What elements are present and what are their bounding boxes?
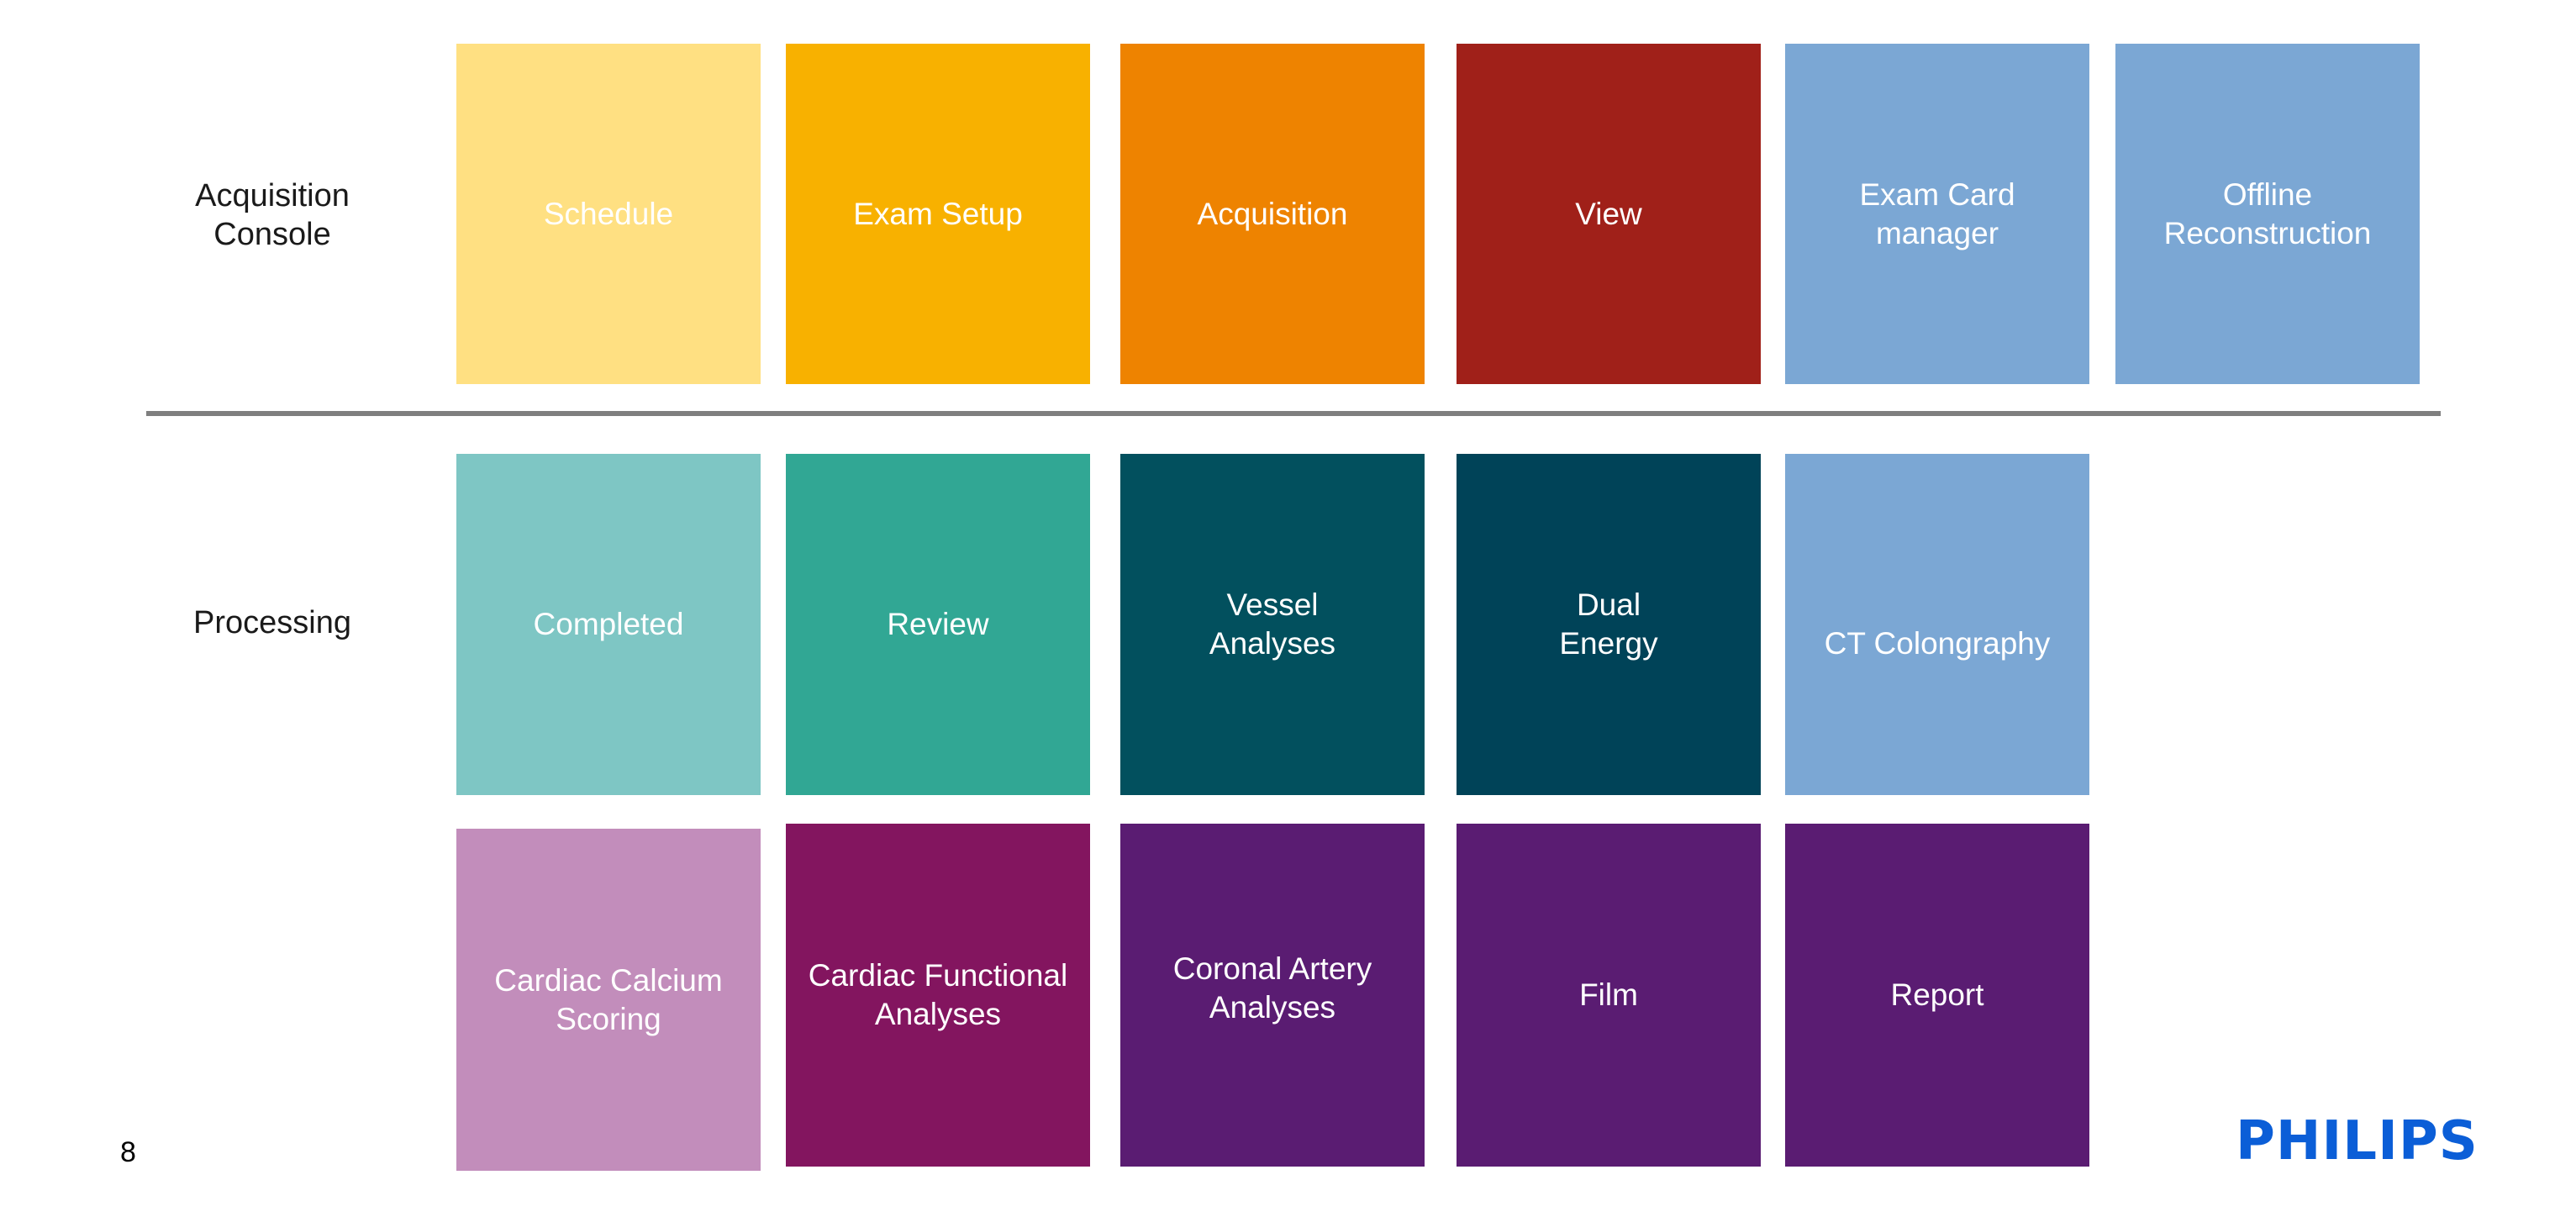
- tile-film[interactable]: Film: [1457, 824, 1761, 1167]
- tile-dual-energy[interactable]: Dual Energy: [1457, 454, 1761, 795]
- tile-exam-setup-label: Exam Setup: [853, 196, 1023, 231]
- tile-exam-setup[interactable]: Exam Setup: [786, 44, 1090, 384]
- tile-acquisition-label: Acquisition: [1197, 196, 1348, 231]
- tile-exam-card-manager-label: Exam Card manager: [1859, 176, 2015, 250]
- row-label-acquisition-console: Acquisition Console: [195, 178, 350, 252]
- tile-vessel-analyses-label: Vessel Analyses: [1209, 587, 1336, 661]
- tile-completed[interactable]: Completed: [456, 454, 761, 795]
- tile-cardiac-calcium-scoring-label: Cardiac Calcium Scoring: [494, 962, 723, 1036]
- tile-ct-colongraphy-label: CT Colongraphy: [1824, 626, 2051, 661]
- tile-cardiac-calcium-scoring[interactable]: Cardiac Calcium Scoring: [456, 829, 761, 1171]
- tile-exam-card-manager[interactable]: Exam Card manager: [1785, 44, 2089, 384]
- tile-report-label: Report: [1890, 977, 1984, 1012]
- tile-review[interactable]: Review: [786, 454, 1090, 795]
- tile-view-label: View: [1575, 196, 1642, 231]
- tile-film-label: Film: [1579, 977, 1638, 1012]
- tile-completed-label: Completed: [533, 607, 684, 641]
- tile-offline-reconstruction[interactable]: Offline Reconstruction: [2115, 44, 2420, 384]
- tile-view[interactable]: View: [1457, 44, 1761, 384]
- tile-review-label: Review: [887, 607, 989, 641]
- tile-ct-colongraphy[interactable]: CT Colongraphy: [1785, 454, 2089, 795]
- tile-schedule[interactable]: Schedule: [456, 44, 761, 384]
- tile-cardiac-functional-analyses-label: Cardiac Functional Analyses: [808, 958, 1068, 1031]
- page-number: 8: [120, 1136, 136, 1168]
- tile-coronal-artery-analyses-label: Coronal Artery Analyses: [1172, 951, 1372, 1025]
- tile-acquisition[interactable]: Acquisition: [1120, 44, 1425, 384]
- philips-logo: PHILIPS: [2236, 1110, 2479, 1172]
- tile-report[interactable]: Report: [1785, 824, 2089, 1167]
- section-divider: [146, 411, 2441, 416]
- tile-offline-reconstruction-label: Offline Reconstruction: [2163, 176, 2372, 250]
- row-label-processing: Processing: [193, 605, 351, 640]
- tile-dual-energy-label: Dual Energy: [1559, 587, 1658, 661]
- tile-schedule-label: Schedule: [543, 196, 674, 231]
- tile-vessel-analyses[interactable]: Vessel Analyses: [1120, 454, 1425, 795]
- tile-coronal-artery-analyses[interactable]: Coronal Artery Analyses: [1120, 824, 1425, 1167]
- tile-cardiac-functional-analyses[interactable]: Cardiac Functional Analyses: [786, 824, 1090, 1167]
